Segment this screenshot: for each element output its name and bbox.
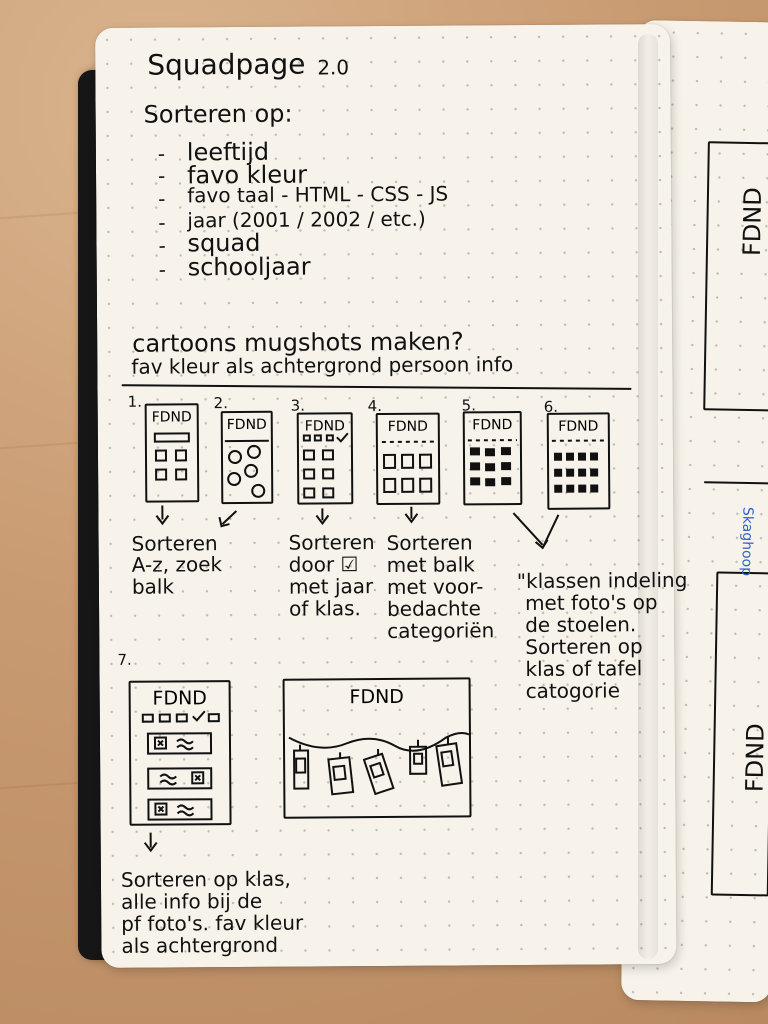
photo-scene: FDND FDND Skaghoop Squadpage 2.0 Sortere… [0, 0, 768, 1024]
wireframe-5: FDND [462, 411, 523, 506]
note-4-line: catogorie [525, 678, 621, 704]
wireframe-4: FDND [375, 412, 441, 506]
page-version: 2.0 [317, 55, 350, 80]
right-page-text-bottom: FDND [740, 723, 768, 793]
note-5-line: als achtergrond [121, 932, 279, 958]
note-3-line: met voor- [386, 574, 484, 599]
sketch-number-3: 3. [290, 396, 306, 415]
wireframe-8: FDND [282, 677, 472, 819]
wireframe-7: FDND [128, 680, 232, 826]
sort-bullet-1: - [157, 141, 166, 166]
note-3-line: bedachte [386, 596, 481, 621]
page-title: Squadpage [147, 47, 306, 82]
right-page-blue-text: Skaghoop [738, 506, 756, 577]
note-2-line: met jaar [288, 574, 374, 599]
sort-item: favo taal - HTML - CSS - JS [187, 181, 449, 208]
wireframe-5-drawing [467, 439, 517, 487]
left-page: Squadpage 2.0 Sorteren op: - leeftijd - … [95, 23, 687, 968]
note-5-line: alle info bij de [121, 888, 263, 914]
note-3-line: categoriën [387, 618, 495, 643]
wireframe-3: FDND [296, 412, 354, 505]
wireframe-3-drawing [302, 432, 349, 499]
cartoon-line-2: fav kleur als achtergrond persoon info [131, 352, 514, 379]
wireframe-7-drawing [141, 710, 220, 821]
wireframe-2-drawing [224, 439, 269, 498]
note-5-line: Sorteren op klas, [120, 866, 291, 892]
note-4-line: "klassen indeling [516, 567, 688, 594]
sketch-number-7: 7. [117, 650, 132, 669]
right-page-sketch-top [703, 141, 768, 412]
page-gutter [638, 34, 658, 959]
sort-bullet-4: - [158, 210, 166, 235]
note-1-line: Sorteren [131, 531, 218, 556]
wireframe-1-drawing [153, 432, 190, 481]
note-4-line: Sorteren op [525, 634, 643, 660]
wireframe-4-drawing [381, 440, 434, 493]
sort-bullet-6: - [158, 257, 166, 282]
note-1-line: balk [131, 574, 175, 599]
sketch-number-4: 4. [367, 397, 383, 416]
note-4-line: de stoelen. [525, 612, 637, 638]
note-1-line: A-z, zoek [131, 552, 223, 577]
note-3-line: met balk [386, 552, 475, 577]
right-page-text-top: FDND [737, 187, 768, 257]
wireframe-2: FDND [220, 410, 274, 505]
wireframe-6-drawing [551, 439, 605, 493]
sort-item: squad [187, 228, 261, 258]
sort-bullet-5: - [158, 233, 166, 258]
note-5-line: pf foto's. fav kleur [121, 910, 304, 936]
wireframe-8-drawing [288, 732, 470, 796]
sort-bullet-2: - [157, 163, 166, 188]
note-4-line: klas of tafel [525, 656, 643, 682]
wireframe-1: FDND [144, 403, 200, 503]
note-2-line: of klas. [288, 596, 361, 621]
note-2-line: door ☑ [288, 552, 359, 577]
wireframe-6: FDND [546, 412, 611, 510]
sort-bullet-3: - [158, 186, 166, 211]
sort-heading: Sorteren op: [143, 99, 293, 129]
sketch-number-1: 1. [127, 392, 142, 411]
note-3-line: Sorteren [386, 530, 473, 555]
sketch-number-2: 2. [213, 394, 228, 413]
sort-item: jaar (2001 / 2002 / etc.) [187, 206, 426, 233]
right-page-separator [703, 481, 768, 485]
note-2-line: Sorteren [288, 530, 375, 555]
sort-item: schooljaar [187, 252, 311, 282]
